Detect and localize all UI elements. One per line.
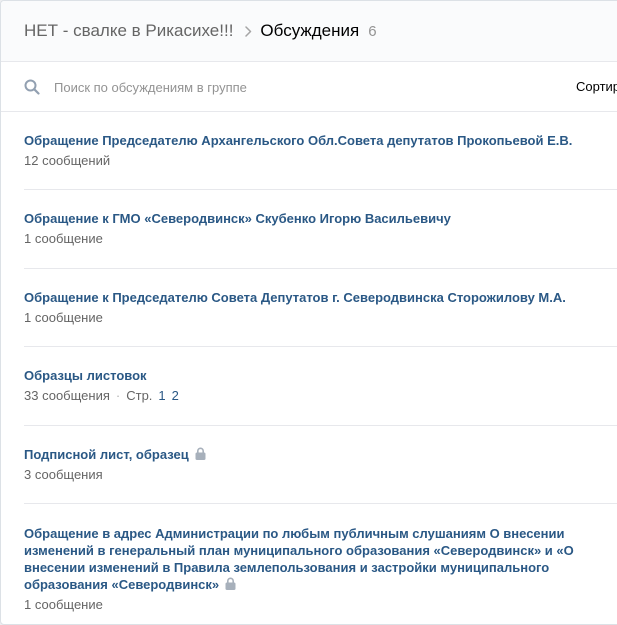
post-count: 1 сообщение (24, 231, 103, 246)
topic-item[interactable]: Обращение к Председателю Совета Депутато… (24, 269, 617, 347)
page-link-1[interactable]: 1 (158, 388, 165, 403)
post-count: 3 сообщения (24, 467, 103, 482)
search-input[interactable] (54, 76, 474, 98)
sort-dropdown[interactable]: Сортир (576, 79, 617, 94)
page-link-2[interactable]: 2 (172, 388, 179, 403)
page-title: Обсуждения (260, 21, 360, 40)
pages-label: Стр. (126, 388, 153, 403)
topic-meta: 1 сообщение (24, 230, 617, 247)
topic-meta: 1 сообщение (24, 309, 617, 326)
topic-title[interactable]: Обращение к ГМО «Северодвинск» Скубенко … (24, 210, 617, 227)
topic-item[interactable]: Обращение к ГМО «Северодвинск» Скубенко … (24, 190, 617, 269)
topic-title[interactable]: Подписной лист, образец (24, 446, 617, 463)
topic-list: Обращение Председателю Архангельского Об… (1, 112, 617, 613)
search-icon (24, 79, 40, 95)
lock-icon (225, 577, 236, 590)
topic-title[interactable]: Обращение в адрес Администрации по любым… (24, 525, 584, 593)
search-bar: Сортир (1, 62, 617, 112)
page-header: НЕТ - свалке в Рикасихе!!! Обсуждения 6 (1, 1, 617, 62)
meta-separator: · (115, 388, 121, 403)
chevron-right-icon (245, 25, 252, 37)
topic-item[interactable]: Обращение Председателю Архангельского Об… (24, 112, 617, 190)
topic-meta: 12 сообщений (24, 152, 617, 169)
discussions-panel: НЕТ - свалке в Рикасихе!!! Обсуждения 6 … (0, 0, 617, 625)
topic-item[interactable]: Обращение в адрес Администрации по любым… (24, 504, 617, 613)
topic-meta: 1 сообщение (24, 596, 617, 613)
topic-item[interactable]: Подписной лист, образец 3 сообщения (24, 426, 617, 504)
post-count: 33 сообщения (24, 388, 110, 403)
topic-meta: 3 сообщения (24, 466, 617, 483)
topic-item[interactable]: Образцы листовок 33 сообщения · Стр. 1 2 (24, 347, 617, 426)
post-count: 1 сообщение (24, 310, 103, 325)
lock-icon (195, 447, 206, 460)
topic-meta: 33 сообщения · Стр. 1 2 (24, 387, 617, 404)
breadcrumb-group-link[interactable]: НЕТ - свалке в Рикасихе!!! (24, 21, 233, 41)
topic-count: 6 (368, 22, 377, 40)
post-count: 1 сообщение (24, 597, 103, 612)
post-count: 12 сообщений (24, 153, 111, 168)
topic-title[interactable]: Обращение к Председателю Совета Депутато… (24, 289, 617, 306)
topic-title[interactable]: Обращение Председателю Архангельского Об… (24, 132, 617, 149)
topic-title[interactable]: Образцы листовок (24, 367, 617, 384)
